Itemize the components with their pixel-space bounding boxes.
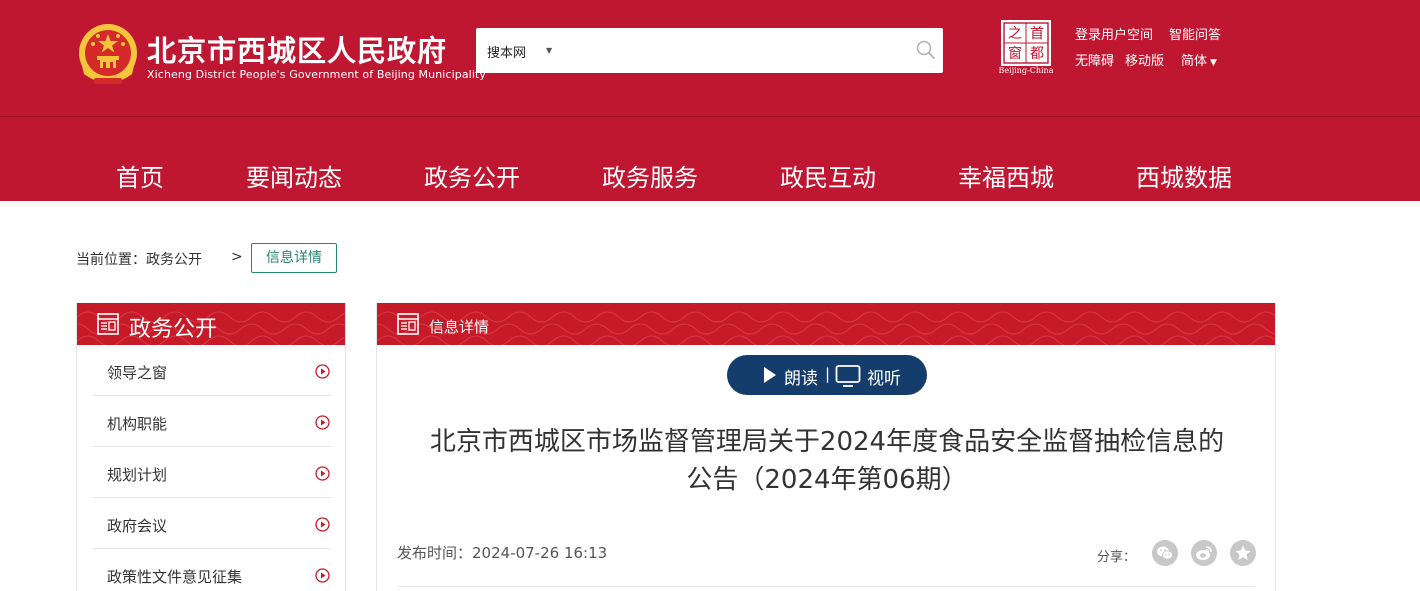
sidebar-header: 政务公开 bbox=[77, 303, 345, 345]
article-panel-header: 信息详情 bbox=[377, 303, 1275, 345]
site-header: 北京市西城区人民政府 Xicheng District People's Gov… bbox=[0, 0, 1420, 201]
sidebar-list: 领导之窗 机构职能 规划计划 政府会议 政策性文件意见征集 bbox=[93, 345, 331, 591]
sidebar-item-label: 领导之窗 bbox=[107, 364, 168, 382]
article-title-line-1: 北京市西城区市场监督管理局关于2024年度食品安全监督抽检信息的 bbox=[429, 427, 1225, 457]
search-box: 搜本网 ▼ bbox=[476, 28, 943, 73]
favorite-icon[interactable] bbox=[1230, 540, 1256, 566]
breadcrumb-section[interactable]: 政务公开 bbox=[146, 252, 202, 268]
caret-down-icon[interactable]: ▼ bbox=[546, 46, 552, 55]
breadcrumb: 当前位置：政务公开 bbox=[76, 249, 202, 269]
sidebar-item-plans[interactable]: 规划计划 bbox=[93, 447, 331, 498]
main-nav: 首页 要闻动态 政务公开 政务服务 政民互动 幸福西城 西城数据 bbox=[0, 150, 1420, 200]
badge-char-1: 之 bbox=[1008, 26, 1022, 42]
header-divider bbox=[0, 116, 1420, 117]
publish-time: 发布时间：2024-07-26 16:13 bbox=[397, 544, 608, 562]
sidebar-item-meetings[interactable]: 政府会议 bbox=[93, 498, 331, 549]
language-switch[interactable]: 简体 ▼ bbox=[1181, 50, 1217, 69]
article-panel: 信息详情 朗读 | 视听 北京市西城区市场监督管理局关于2024年度食品安全监督… bbox=[376, 303, 1276, 591]
share-label: 分享： bbox=[1097, 550, 1137, 565]
meta-divider bbox=[397, 586, 1255, 587]
capital-badge-caption: Beijing-China bbox=[998, 66, 1054, 75]
caret-down-icon: ▼ bbox=[1210, 58, 1217, 68]
nav-news[interactable]: 要闻动态 bbox=[246, 158, 342, 193]
sidebar-title: 政务公开 bbox=[129, 317, 218, 342]
breadcrumb-separator: > bbox=[231, 249, 243, 265]
language-label: 简体 bbox=[1181, 54, 1208, 69]
badge-char-3: 窗 bbox=[1008, 45, 1022, 62]
breadcrumb-current: 信息详情 bbox=[251, 243, 337, 273]
nav-xicheng-data[interactable]: 西城数据 bbox=[1136, 158, 1232, 193]
nav-gov-services[interactable]: 政务服务 bbox=[602, 158, 698, 193]
read-separator: | bbox=[825, 365, 831, 383]
sidebar-item-label: 机构职能 bbox=[107, 415, 168, 433]
read-aloud-button[interactable]: 朗读 bbox=[784, 364, 818, 389]
mobile-version-link[interactable]: 移动版 bbox=[1125, 50, 1164, 69]
read-watch-pill: 朗读 | 视听 bbox=[727, 355, 927, 395]
document-icon bbox=[397, 313, 419, 335]
nav-home[interactable]: 首页 bbox=[116, 158, 164, 193]
circle-play-icon bbox=[315, 364, 330, 379]
accessibility-link[interactable]: 无障碍 bbox=[1075, 50, 1114, 69]
sidebar-item-label: 政府会议 bbox=[107, 517, 168, 535]
circle-play-icon bbox=[315, 466, 330, 481]
site-title: 北京市西城区人民政府 bbox=[147, 34, 448, 68]
article-panel-title: 信息详情 bbox=[429, 318, 490, 336]
nav-gov-affairs[interactable]: 政务公开 bbox=[424, 158, 520, 193]
search-input[interactable] bbox=[566, 36, 886, 65]
wechat-icon[interactable] bbox=[1152, 540, 1178, 566]
search-scope-select[interactable]: 搜本网 bbox=[487, 42, 526, 61]
site-subtitle: Xicheng District People's Government of … bbox=[147, 68, 487, 81]
article-title-line-2: 公告（2024年第06期） bbox=[686, 465, 968, 495]
circle-play-icon bbox=[315, 517, 330, 532]
circle-play-icon bbox=[315, 568, 330, 583]
tv-icon[interactable] bbox=[835, 364, 861, 388]
wave-pattern bbox=[377, 311, 1275, 345]
sidebar-item-label: 政策性文件意见征集 bbox=[107, 568, 243, 586]
nav-happy-xicheng[interactable]: 幸福西城 bbox=[958, 158, 1054, 193]
national-emblem-logo[interactable] bbox=[76, 22, 140, 88]
badge-char-4: 都 bbox=[1030, 46, 1044, 62]
breadcrumb-prefix: 当前位置： bbox=[76, 252, 146, 268]
article-title: 北京市西城区市场监督管理局关于2024年度食品安全监督抽检信息的 公告（2024… bbox=[377, 423, 1277, 499]
play-icon[interactable] bbox=[764, 367, 776, 383]
nav-interaction[interactable]: 政民互动 bbox=[780, 158, 876, 193]
smart-qa-link[interactable]: 智能问答 bbox=[1169, 24, 1221, 43]
sidebar: 政务公开 领导之窗 机构职能 规划计划 政府会议 政策性文件意见征集 bbox=[76, 303, 346, 591]
document-icon bbox=[97, 313, 119, 335]
watch-button[interactable]: 视听 bbox=[867, 364, 901, 389]
sidebar-item-functions[interactable]: 机构职能 bbox=[93, 396, 331, 447]
sidebar-item-leaders[interactable]: 领导之窗 bbox=[93, 345, 331, 396]
circle-play-icon bbox=[315, 415, 330, 430]
badge-char-2: 首 bbox=[1030, 26, 1044, 42]
search-icon[interactable] bbox=[915, 39, 937, 61]
weibo-icon[interactable] bbox=[1191, 540, 1217, 566]
sidebar-item-label: 规划计划 bbox=[107, 466, 168, 484]
sidebar-item-policy-feedback[interactable]: 政策性文件意见征集 bbox=[93, 549, 331, 591]
login-link[interactable]: 登录用户空间 bbox=[1075, 24, 1153, 43]
